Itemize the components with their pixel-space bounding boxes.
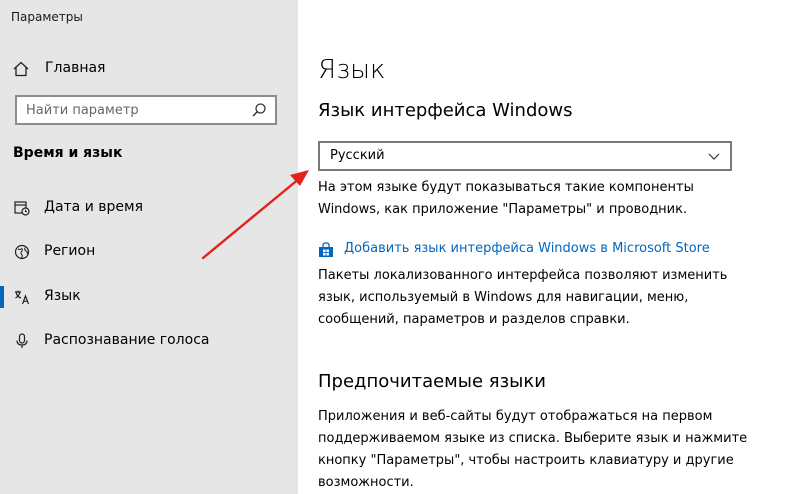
sidebar-item-label: Регион <box>44 243 96 259</box>
sidebar: Параметры Главная Время и язык Дата и вр… <box>0 0 298 494</box>
nav-home[interactable]: Главная <box>0 54 298 84</box>
sidebar-item-label: Язык <box>44 288 81 304</box>
language-icon <box>15 290 30 305</box>
microphone-icon <box>16 333 28 348</box>
search-icon[interactable] <box>251 102 267 118</box>
language-packs-description: Пакеты локализованного интерфейса позвол… <box>318 268 728 327</box>
display-language-dropdown[interactable]: Русский <box>318 141 732 171</box>
preferred-languages-description: Приложения и веб-сайты будут отображатьс… <box>318 409 748 490</box>
main-content: Язык Язык интерфейса Windows Русский На … <box>298 0 800 494</box>
display-language-description: На этом языке будут показываться такие к… <box>318 180 694 217</box>
display-language-heading: Язык интерфейса Windows <box>318 100 573 121</box>
search-box[interactable] <box>15 95 277 125</box>
section-heading: Время и язык <box>13 145 123 161</box>
sidebar-item-date-time[interactable]: Дата и время <box>0 190 298 226</box>
store-icon <box>319 242 333 257</box>
sidebar-item-label: Распознавание голоса <box>44 332 210 348</box>
page-title: Язык <box>318 55 386 85</box>
calendar-clock-icon <box>14 201 30 216</box>
window-title: Параметры <box>11 10 83 24</box>
search-input[interactable] <box>17 97 258 123</box>
preferred-languages-heading: Предпочитаемые языки <box>318 371 546 392</box>
dropdown-value: Русский <box>330 148 385 163</box>
home-icon <box>13 61 29 77</box>
sidebar-item-label: Дата и время <box>44 199 143 215</box>
sidebar-item-region[interactable]: Регион <box>0 234 298 270</box>
store-link-label[interactable]: Добавить язык интерфейса Windows в Micro… <box>344 241 710 256</box>
selected-indicator <box>0 286 4 308</box>
sidebar-item-speech[interactable]: Распознавание голоса <box>0 323 298 359</box>
chevron-down-icon <box>708 153 720 160</box>
globe-icon <box>14 244 30 260</box>
nav-home-label: Главная <box>45 60 106 76</box>
sidebar-item-language[interactable]: Язык <box>0 279 298 315</box>
